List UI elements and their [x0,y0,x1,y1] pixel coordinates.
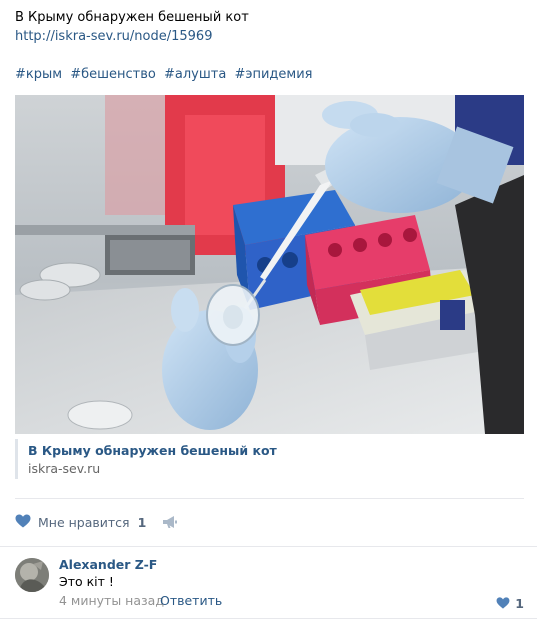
like-count: 1 [137,514,147,530]
like-label: Мне нравится [38,514,130,530]
reply-button[interactable]: Ответить [160,593,222,609]
hashtag-link[interactable]: #алушта [164,67,226,82]
comment-author[interactable]: Alexander Z-F [59,557,157,573]
post-actions: Мне нравится 1 [15,512,178,532]
heart-icon [15,513,31,532]
link-snippet[interactable]: В Крыму обнаружен бешеный кот iskra-sev.… [15,439,527,479]
comment-like-count: 1 [515,596,524,611]
comment-time[interactable]: 4 минуты назад [59,593,164,609]
divider [15,498,524,499]
comment-like-button[interactable]: 1 [496,594,524,613]
post-photo[interactable] [15,95,524,434]
like-button[interactable]: Мне нравится 1 [15,513,146,532]
snippet-domain: iskra-sev.ru [28,461,101,476]
snippet-title[interactable]: В Крыму обнаружен бешеный кот [28,443,277,459]
comment: Alexander Z-F Это кіт ! 4 минуты назад О… [15,557,524,617]
divider [0,618,537,619]
heart-icon [496,594,510,613]
hashtag-link[interactable]: #бешенство [70,67,156,82]
comment-text: Это кіт ! [59,574,114,589]
post-tags: #крым #бешенство #алушта #эпидемия [15,67,316,83]
divider [0,546,537,547]
hashtag-link[interactable]: #крым [15,67,62,82]
avatar[interactable] [15,558,49,592]
post-title: В Крыму обнаружен бешеный кот [15,10,249,25]
hashtag-link[interactable]: #эпидемия [234,67,312,82]
megaphone-icon[interactable] [162,515,178,529]
post-link[interactable]: http://iskra-sev.ru/node/15969 [15,29,212,45]
